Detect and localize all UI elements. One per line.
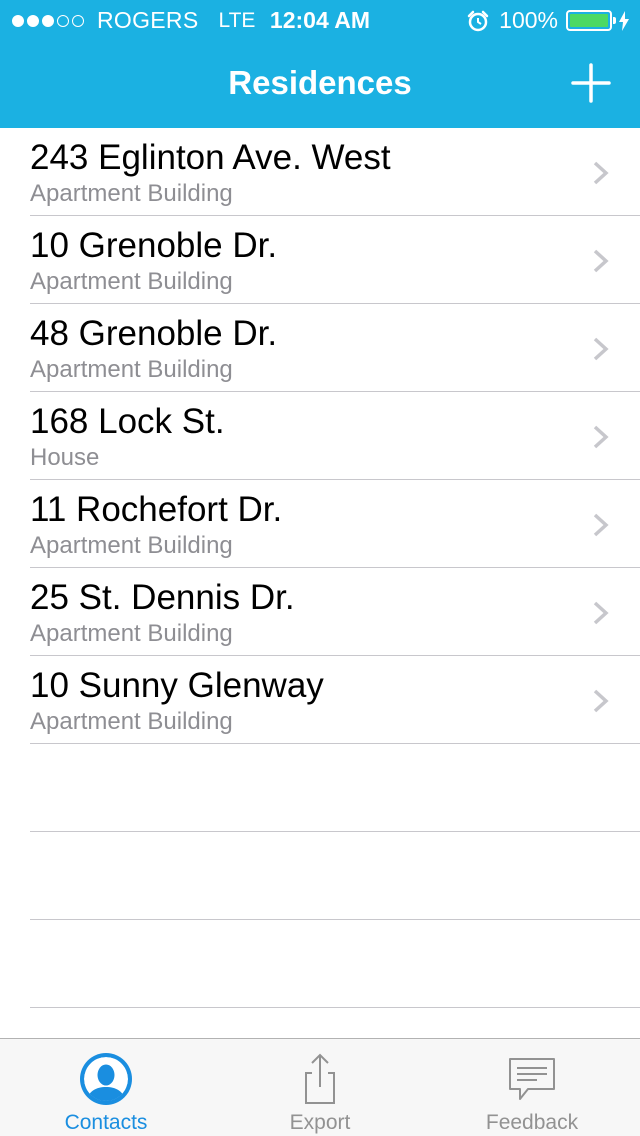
- header: ROGERS LTE 12:04 AM 100% Residences: [0, 0, 640, 128]
- tab-export[interactable]: Export: [220, 1039, 420, 1136]
- chevron-right-icon: [593, 425, 609, 449]
- residence-address: 10 Sunny Glenway: [30, 666, 324, 705]
- residence-address: 11 Rochefort Dr.: [30, 490, 283, 529]
- residence-address: 25 St. Dennis Dr.: [30, 578, 295, 617]
- chevron-right-icon: [593, 161, 609, 185]
- contacts-icon: [80, 1053, 132, 1105]
- battery-percentage: 100%: [499, 7, 558, 33]
- tab-label: Contacts: [64, 1111, 148, 1134]
- tab-bar: Contacts Export Feedback: [0, 1038, 640, 1136]
- charging-bolt-icon: [619, 10, 629, 31]
- residence-list: 243 Eglinton Ave. West Apartment Buildin…: [0, 128, 640, 1008]
- chevron-right-icon: [593, 249, 609, 273]
- add-residence-button[interactable]: [566, 58, 616, 108]
- tab-label: Feedback: [485, 1111, 579, 1134]
- residence-type: Apartment Building: [30, 708, 233, 735]
- feedback-icon: [509, 1058, 555, 1100]
- residence-type: House: [30, 444, 100, 471]
- residence-type: Apartment Building: [30, 268, 233, 295]
- export-icon: [305, 1053, 335, 1104]
- tab-feedback[interactable]: Feedback: [432, 1039, 632, 1136]
- residence-type: Apartment Building: [30, 180, 233, 207]
- residence-row[interactable]: 11 Rochefort Dr. Apartment Building: [0, 480, 640, 568]
- residence-type: Apartment Building: [30, 620, 233, 647]
- residence-type: Apartment Building: [30, 356, 233, 383]
- empty-row: [0, 744, 640, 832]
- battery-fill: [570, 14, 608, 27]
- page-title: Residences: [228, 64, 412, 101]
- chevron-right-icon: [593, 337, 609, 361]
- residence-row[interactable]: 168 Lock St. House: [0, 392, 640, 480]
- residence-address: 48 Grenoble Dr.: [30, 314, 278, 353]
- tab-contacts[interactable]: Contacts: [6, 1039, 206, 1136]
- status-bar: ROGERS LTE 12:04 AM 100%: [0, 0, 640, 40]
- chevron-right-icon: [593, 601, 609, 625]
- battery-icon: [566, 10, 616, 31]
- alarm-clock-icon: [467, 10, 489, 31]
- residence-row[interactable]: 25 St. Dennis Dr. Apartment Building: [0, 568, 640, 656]
- tab-label: Export: [289, 1111, 351, 1134]
- residence-row[interactable]: 10 Grenoble Dr. Apartment Building: [0, 216, 640, 304]
- residence-row[interactable]: 48 Grenoble Dr. Apartment Building: [0, 304, 640, 392]
- chevron-right-icon: [593, 513, 609, 537]
- residence-address: 168 Lock St.: [30, 402, 225, 441]
- empty-row: [0, 920, 640, 1008]
- battery-tip: [613, 17, 616, 24]
- plus-icon: [571, 63, 611, 103]
- residence-type: Apartment Building: [30, 532, 233, 559]
- status-right: 100%: [467, 7, 630, 34]
- empty-row: [0, 832, 640, 920]
- residence-row[interactable]: 243 Eglinton Ave. West Apartment Buildin…: [0, 128, 640, 216]
- chevron-right-icon: [593, 689, 609, 713]
- residence-address: 243 Eglinton Ave. West: [30, 138, 391, 177]
- residence-address: 10 Grenoble Dr.: [30, 226, 278, 265]
- residence-row[interactable]: 10 Sunny Glenway Apartment Building: [0, 656, 640, 744]
